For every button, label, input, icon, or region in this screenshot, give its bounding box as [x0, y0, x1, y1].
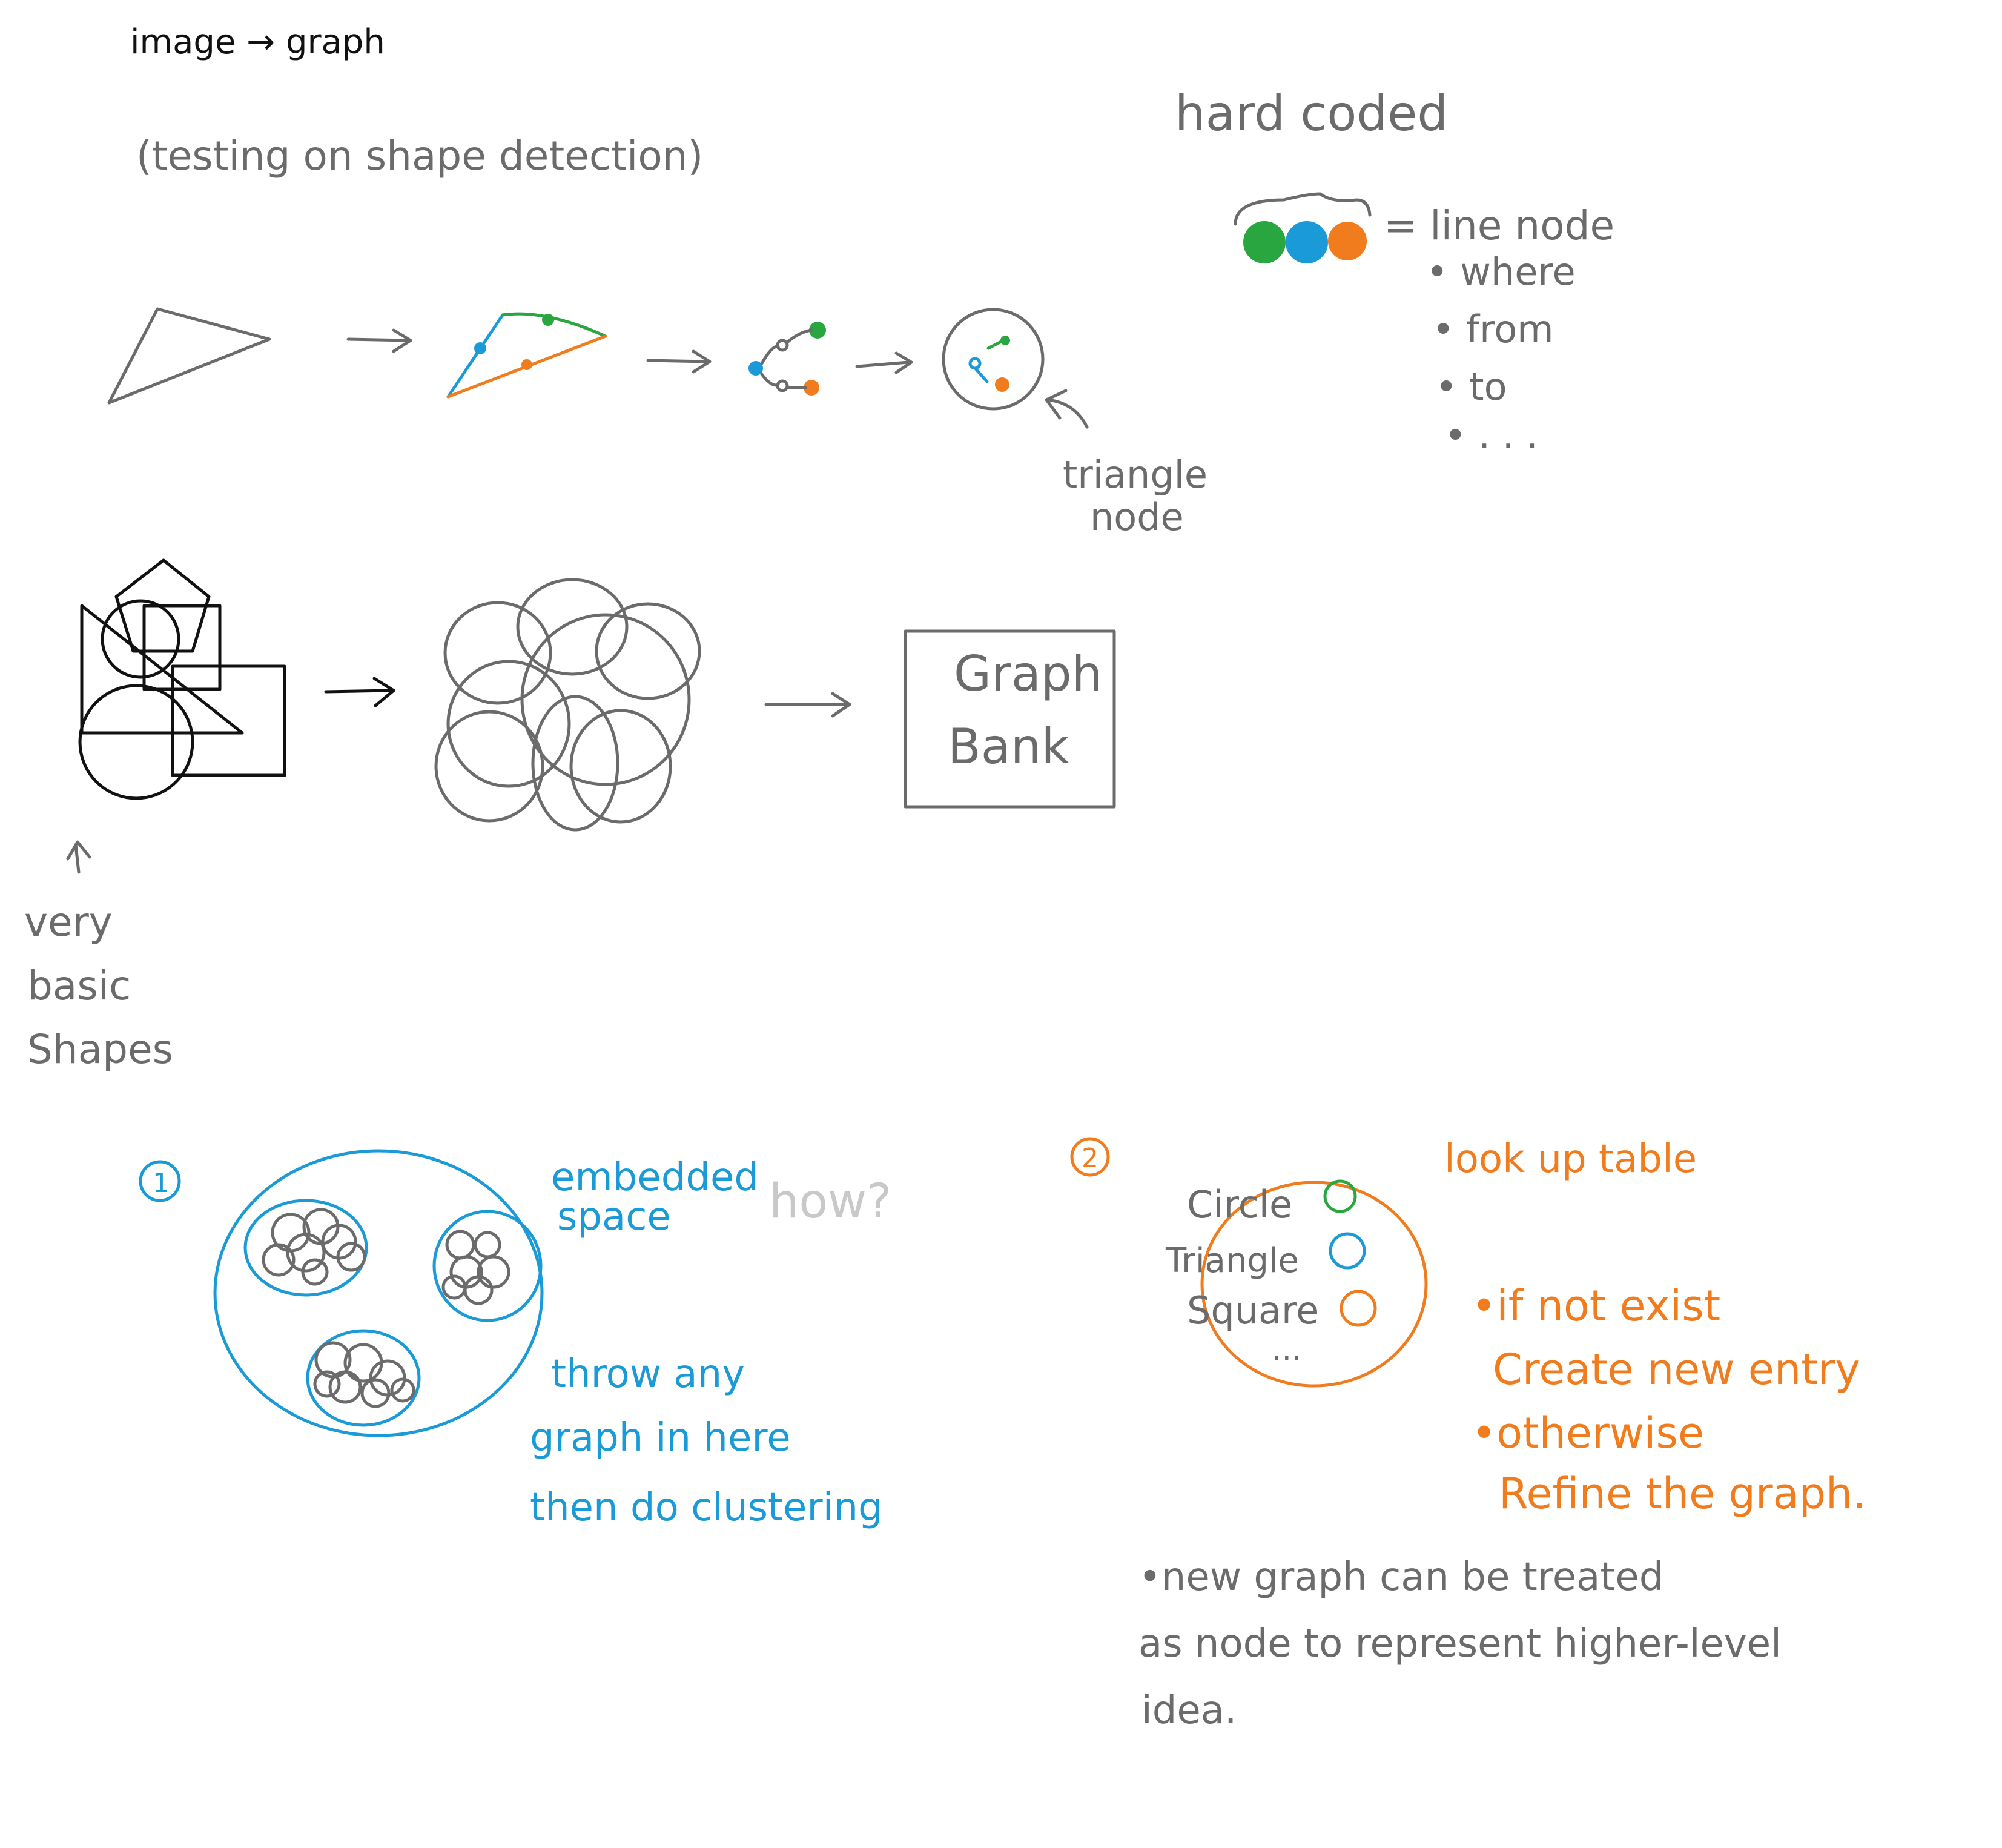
mini-node-blue	[968, 357, 982, 370]
entry-ellipsis: ...	[1272, 1331, 1302, 1368]
option2-number: 2	[1082, 1143, 1098, 1174]
entry-triangle: Triangle	[1165, 1241, 1299, 1280]
triangle-node-label-line1: triangle	[1063, 452, 1207, 497]
triangle-node-arrow	[1045, 389, 1089, 429]
entry-square-icon	[1340, 1290, 1377, 1327]
option1-number: 1	[153, 1168, 170, 1199]
arrow-2	[646, 349, 712, 374]
entry-circle: Circle	[1187, 1182, 1292, 1227]
node-link-joint-2	[776, 379, 789, 392]
option1-embedded-space: 1 embedded space how? throw any graph in…	[139, 1149, 891, 1530]
edge-point-blue	[474, 342, 486, 354]
note-line2: as node to represent higher-level	[1138, 1621, 1782, 1666]
arrow-5	[764, 692, 851, 718]
node-link-joint	[776, 339, 789, 352]
entry-square: Square	[1187, 1288, 1319, 1333]
basic-shapes-label-line3: Shapes	[27, 1026, 173, 1073]
option2-lookup-table: 2 look up table Circle Triangle Square .…	[1070, 1137, 1866, 1518]
arrow-4	[324, 677, 395, 707]
cluster-graphs-1	[262, 1208, 366, 1286]
edge-point-green	[542, 314, 554, 326]
orange-node-icon	[1328, 222, 1367, 260]
triangle-edge-green	[501, 312, 607, 338]
blob-circle-4	[446, 660, 571, 788]
rule-line3: •otherwise	[1472, 1408, 1704, 1458]
mini-edge-blue	[974, 368, 989, 383]
embedded-space-label-line2: space	[557, 1194, 671, 1239]
how-question: how?	[769, 1174, 891, 1229]
blob-circle-7	[434, 710, 544, 823]
whiteboard-canvas: image → graph (testing on shape detectio…	[24, 22, 1866, 1733]
subtitle-text: (testing on shape detection)	[136, 133, 703, 179]
brace-mark	[1234, 192, 1372, 226]
green-node-icon	[1243, 221, 1286, 263]
note-line3: idea.	[1141, 1688, 1237, 1733]
basic-shapes-label-line2: basic	[27, 962, 131, 1009]
hard-coded-item-to: • to	[1435, 365, 1507, 409]
embedded-space-label-line1: embedded	[551, 1155, 759, 1200]
entry-triangle-icon	[1329, 1232, 1366, 1270]
rule-line4: Refine the graph.	[1499, 1469, 1866, 1518]
cluster-graphs-3	[313, 1341, 415, 1408]
hard-coded-heading: hard coded	[1175, 85, 1448, 142]
graph-bank-label-line2: Bank	[948, 718, 1070, 775]
note-line1: •new graph can be treated	[1138, 1555, 1663, 1600]
blob-circle-2	[516, 578, 629, 676]
triangle-shape	[107, 307, 271, 405]
bottom-note: •new graph can be treated as node to rep…	[1138, 1555, 1782, 1733]
arrow-1	[346, 328, 412, 353]
node-links	[760, 328, 813, 389]
option1-description-line3: then do clustering	[530, 1485, 883, 1530]
triangle-edge-blue	[446, 313, 504, 399]
line-node-label: = line node	[1384, 202, 1614, 249]
basic-shapes-label-line1: very	[24, 899, 113, 946]
hard-coded-item-from: • from	[1432, 307, 1554, 351]
edge-point-orange	[521, 359, 532, 370]
cluster-boundary-2	[432, 1210, 543, 1322]
triangle-pipeline: triangle node	[107, 307, 1207, 539]
option1-description-line1: throw any	[551, 1352, 745, 1397]
shapes-arrow	[66, 840, 91, 874]
mini-node-orange	[995, 377, 1009, 392]
lookup-table-label: look up table	[1444, 1137, 1697, 1182]
small-circle-shape	[101, 599, 180, 679]
triangle-node-circle	[942, 308, 1045, 411]
blob-circle-6	[531, 695, 619, 832]
shapes-pipeline: Graph Bank very basic Shapes	[24, 558, 1116, 1073]
large-circle-shape	[78, 684, 194, 800]
mini-node-green	[1000, 336, 1010, 345]
hard-coded-item-ellipsis: • . . .	[1444, 413, 1538, 457]
title-text: image → graph	[130, 22, 385, 62]
blob-circle-5	[520, 613, 691, 786]
cluster-graphs-2	[441, 1230, 510, 1305]
rule-line1: •if not exist	[1472, 1281, 1720, 1331]
arrow-3	[855, 351, 913, 374]
rule-line2: Create new entry	[1493, 1345, 1860, 1394]
small-square-shape	[142, 604, 222, 691]
hard-coded-section: hard coded = line node • where • from • …	[1175, 85, 1614, 457]
graph-bank-label-line1: Graph	[954, 646, 1102, 702]
option1-description-line2: graph in here	[530, 1416, 791, 1460]
blue-node-icon	[1286, 221, 1328, 263]
triangle-node-label-line2: node	[1090, 495, 1184, 539]
hard-coded-item-where: • where	[1426, 250, 1576, 294]
mini-edge-green	[986, 339, 1004, 350]
blob-circle-3	[595, 602, 701, 700]
